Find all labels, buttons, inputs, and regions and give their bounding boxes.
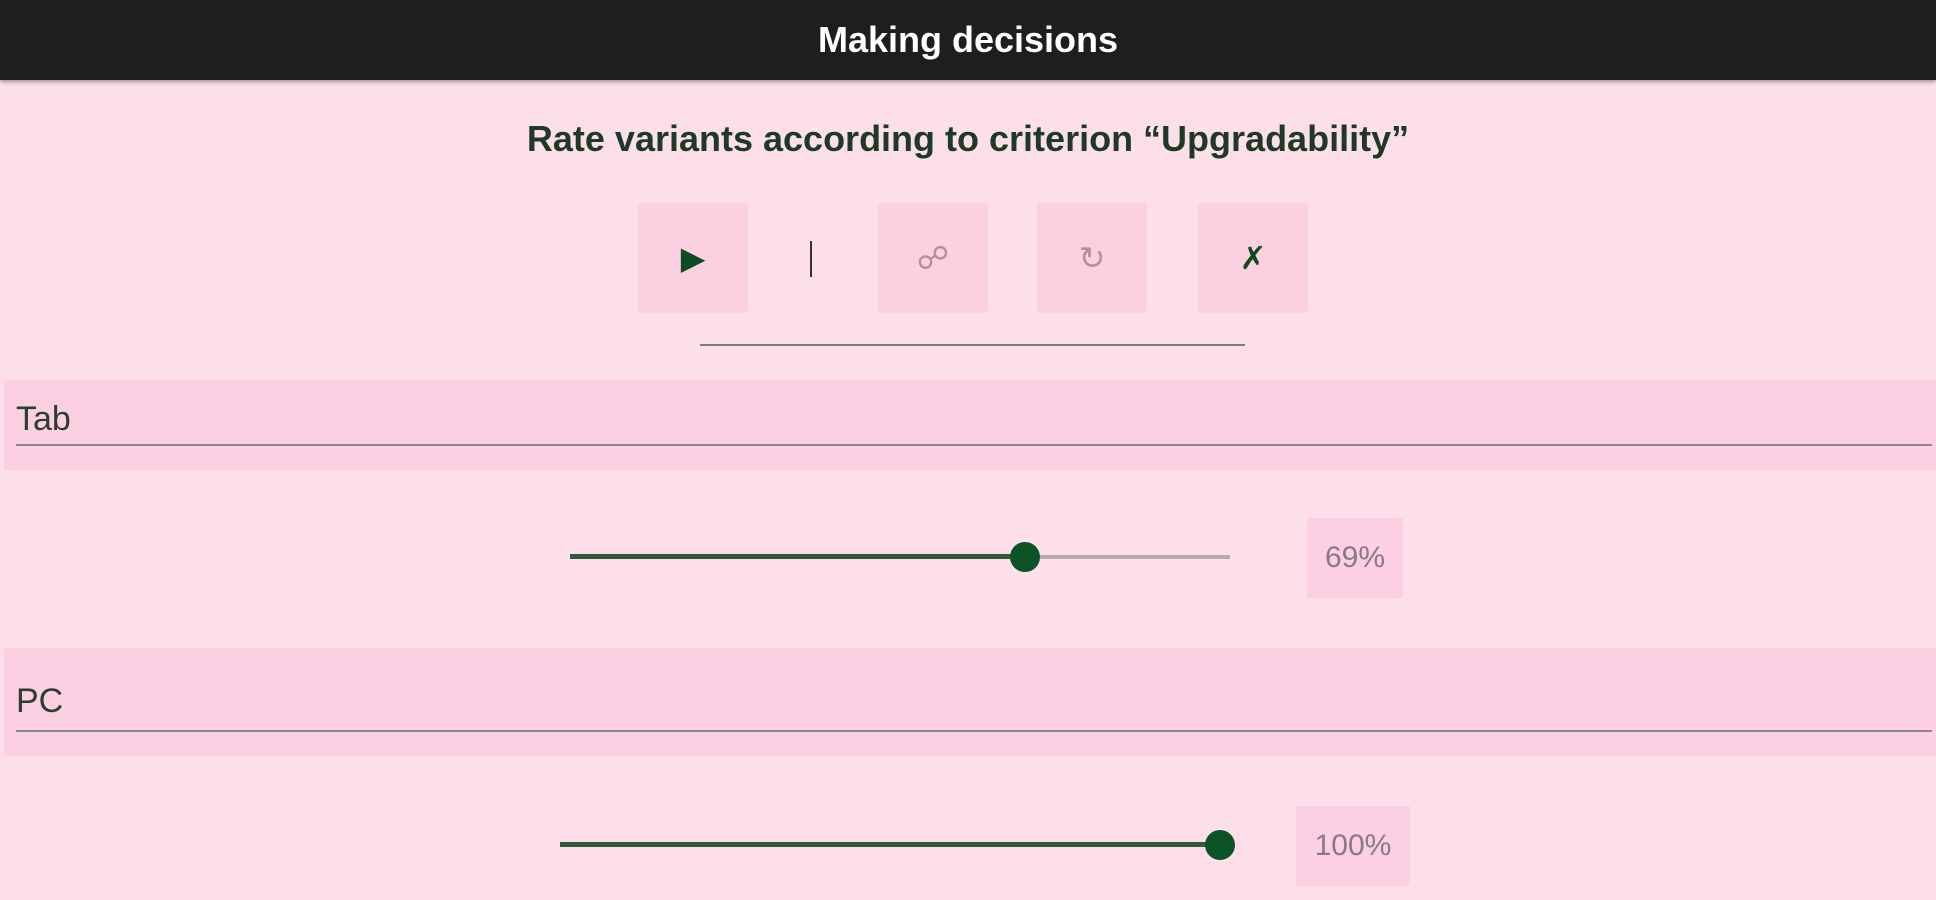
app-bar: Making decisions bbox=[0, 0, 1936, 80]
variant-label: PC bbox=[16, 682, 64, 720]
slider-thumb[interactable] bbox=[1205, 830, 1235, 860]
play-icon: ▶ bbox=[680, 240, 706, 276]
slider-fill bbox=[560, 842, 1220, 847]
link-icon: ☍ bbox=[916, 240, 950, 276]
undo-icon: ↻ bbox=[1078, 240, 1106, 276]
play-button[interactable]: ▶ bbox=[638, 203, 748, 313]
toolbar-separator bbox=[810, 241, 812, 277]
variant-divider bbox=[16, 444, 1932, 446]
app-title: Making decisions bbox=[817, 19, 1119, 60]
variant-header-tab: Tab bbox=[4, 380, 1936, 470]
slider-fill bbox=[570, 554, 1026, 559]
slider-thumb[interactable] bbox=[1010, 542, 1041, 572]
variant-label: Tab bbox=[16, 400, 71, 438]
rating-slider-tab[interactable] bbox=[570, 542, 1230, 572]
close-icon: ✗ bbox=[1239, 240, 1267, 276]
variant-header-pc: PC bbox=[4, 648, 1936, 756]
reset-button[interactable]: ↻ bbox=[1037, 203, 1147, 313]
page-heading: Rate variants according to criterion “Up… bbox=[526, 118, 1410, 159]
rating-value-tab: 69% bbox=[1307, 518, 1403, 598]
rating-value-pc: 100% bbox=[1296, 806, 1410, 886]
toolbar: ▶ ☍ ↻ ✗ bbox=[0, 203, 1936, 313]
link-button[interactable]: ☍ bbox=[878, 203, 988, 313]
variant-divider bbox=[16, 730, 1932, 732]
close-button[interactable]: ✗ bbox=[1198, 203, 1308, 313]
toolbar-divider bbox=[700, 344, 1245, 346]
rating-slider-pc[interactable] bbox=[560, 830, 1235, 860]
